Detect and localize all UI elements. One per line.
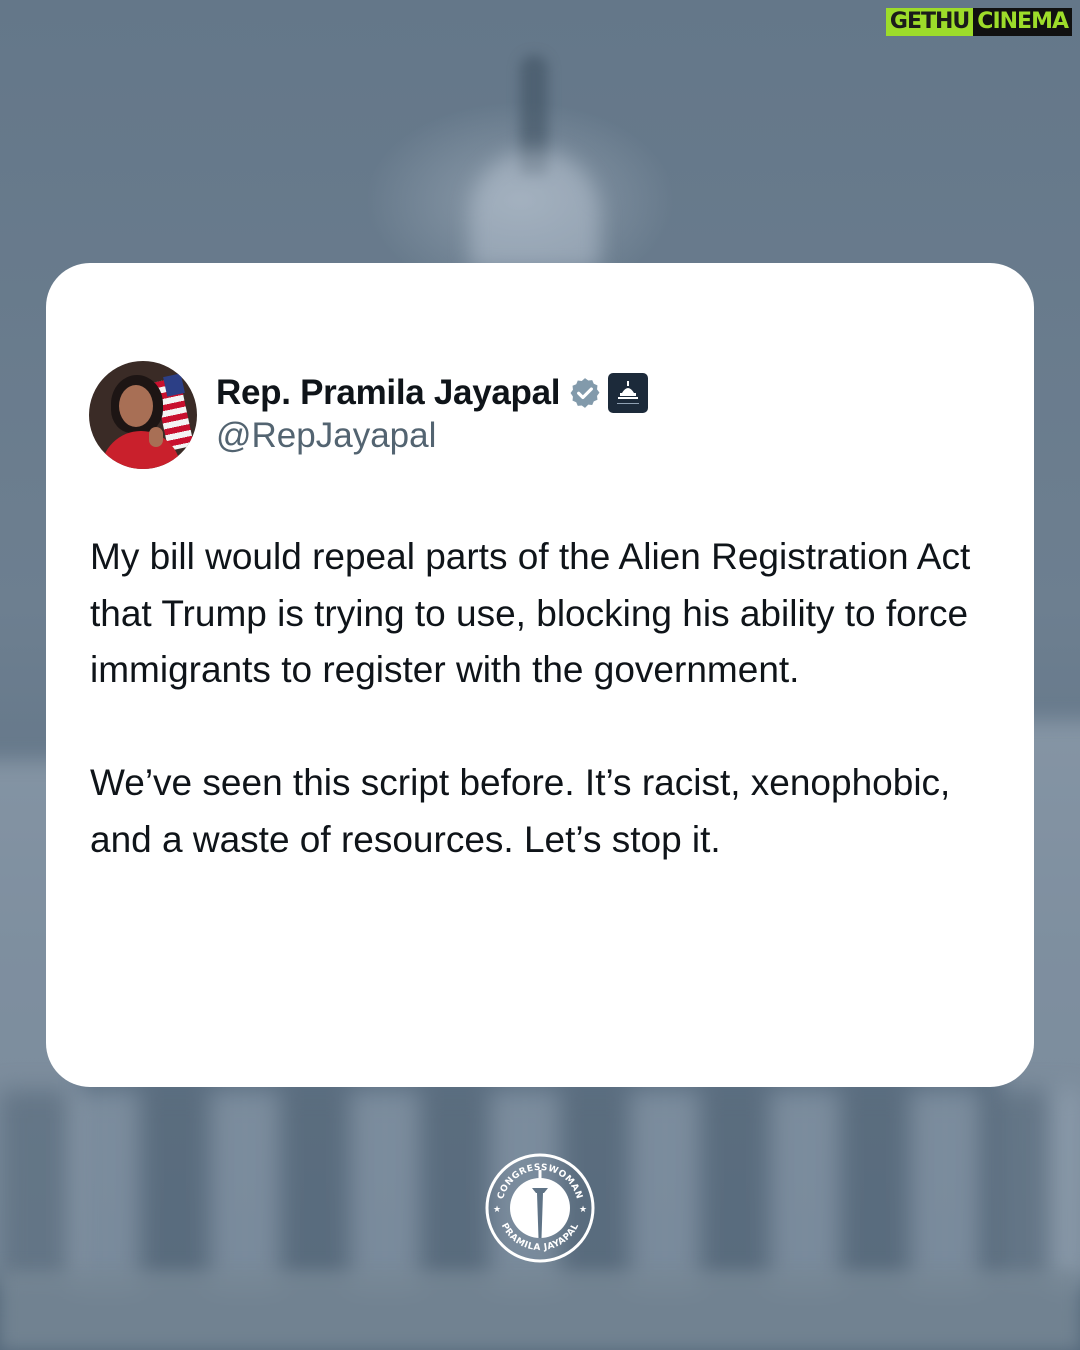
watermark-logo: GETHU CINEMA — [882, 6, 1076, 38]
government-capitol-icon — [608, 373, 649, 413]
verified-icon — [568, 376, 602, 410]
capitol-dome-shape — [470, 150, 600, 270]
face-shape — [119, 385, 153, 427]
ground-shape — [0, 1270, 1080, 1350]
hand-shape — [149, 427, 163, 447]
user-handle[interactable]: @RepJayapal — [216, 416, 436, 456]
tweet-paragraph: We’ve seen this script before. It’s raci… — [90, 762, 951, 860]
watermark-text-part2: CINEMA — [973, 8, 1072, 36]
svg-text:★: ★ — [493, 1205, 501, 1215]
name-row: Rep. Pramila Jayapal — [216, 371, 649, 415]
flag-canton-shape — [163, 373, 185, 397]
svg-text:★: ★ — [579, 1205, 587, 1215]
tweet-paragraph: My bill would repeal parts of the Alien … — [90, 536, 971, 690]
tweet-card: Rep. Pramila Jayapal @RepJayapal My bill… — [46, 263, 1034, 1087]
display-name[interactable]: Rep. Pramila Jayapal — [216, 373, 561, 413]
watermark-text-part1: GETHU — [885, 8, 974, 36]
congresswoman-seal-logo: CONGRESSWOMAN PRAMILA JAYAPAL ★ ★ — [484, 1152, 596, 1264]
tweet-body: My bill would repeal parts of the Alien … — [90, 529, 1000, 868]
avatar[interactable] — [89, 361, 197, 469]
